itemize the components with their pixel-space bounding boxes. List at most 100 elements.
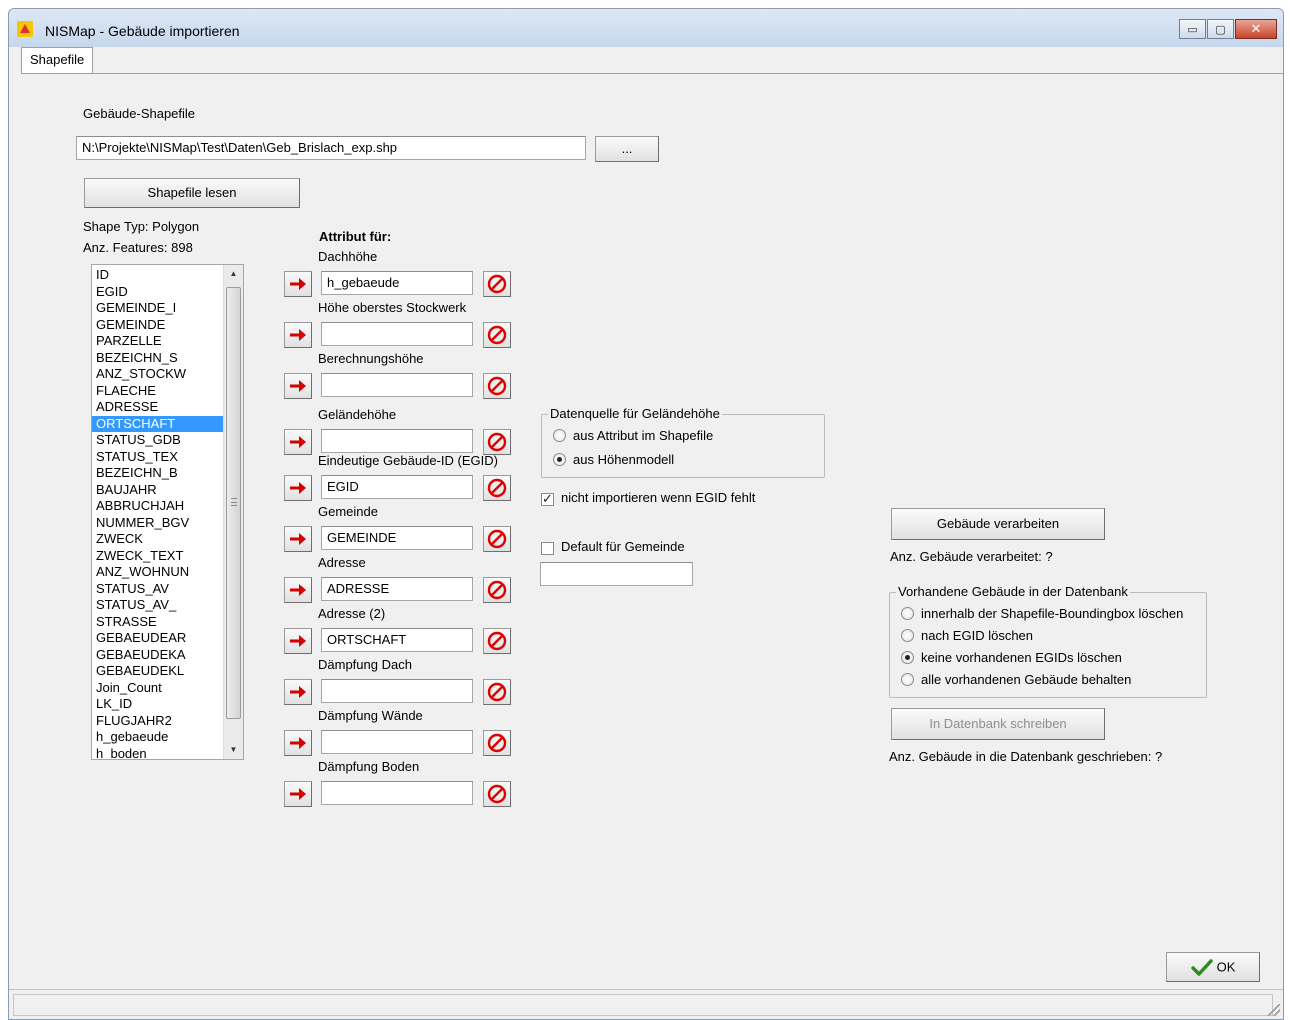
attribute-value-input[interactable]: GEMEINDE — [321, 526, 473, 550]
terrain-option-attribute: aus Attribut im Shapefile — [573, 428, 714, 443]
assign-attribute-button[interactable] — [284, 475, 312, 501]
attribute-value-input[interactable] — [321, 679, 473, 703]
attribute-value-input[interactable] — [321, 429, 473, 453]
right-arrow-icon — [290, 482, 306, 494]
shapefile-path-input[interactable]: N:\Projekte\NISMap\Test\Daten\Geb_Brisla… — [76, 136, 586, 160]
minimize-button[interactable]: ▭ — [1179, 19, 1206, 39]
assign-attribute-button[interactable] — [284, 679, 312, 705]
egid-skip-label: nicht importieren wenn EGID fehlt — [561, 490, 756, 505]
field-list-item[interactable]: ABBRUCHJAH — [92, 498, 223, 515]
field-list-item[interactable]: GEMEINDE_I — [92, 300, 223, 317]
field-list-item[interactable]: STATUS_GDB — [92, 432, 223, 449]
no-entry-icon — [487, 733, 507, 753]
clear-attribute-button[interactable] — [483, 577, 511, 603]
field-list-item[interactable]: NUMMER_BGV — [92, 515, 223, 532]
field-list-item[interactable]: LK_ID — [92, 696, 223, 713]
field-list-item[interactable]: h_gebaeude — [92, 729, 223, 746]
terrain-radio-attribute[interactable] — [553, 429, 566, 442]
field-list-item[interactable]: STATUS_TEX — [92, 449, 223, 466]
field-list-item[interactable]: STRASSE — [92, 614, 223, 631]
clear-attribute-button[interactable] — [483, 475, 511, 501]
assign-attribute-button[interactable] — [284, 730, 312, 756]
default-gemeinde-checkbox[interactable] — [541, 542, 554, 555]
clear-attribute-button[interactable] — [483, 526, 511, 552]
field-list-item[interactable]: ZWECK_TEXT — [92, 548, 223, 565]
field-list-item[interactable]: STATUS_AV — [92, 581, 223, 598]
scroll-down-icon[interactable]: ▼ — [224, 741, 243, 759]
field-list-item[interactable]: h_boden — [92, 746, 223, 760]
app-icon — [17, 21, 33, 37]
scroll-thumb[interactable] — [226, 287, 241, 719]
field-list-item[interactable]: EGID — [92, 284, 223, 301]
field-list-item[interactable]: BEZEICHN_B — [92, 465, 223, 482]
no-entry-icon — [487, 682, 507, 702]
assign-attribute-button[interactable] — [284, 373, 312, 399]
attribute-value-input[interactable]: ADRESSE — [321, 577, 473, 601]
attribute-label: Dämpfung Boden — [318, 759, 420, 774]
process-buildings-button[interactable]: Gebäude verarbeiten — [891, 508, 1105, 540]
field-list-item[interactable]: FLUGJAHR2 — [92, 713, 223, 730]
field-list-item[interactable]: ADRESSE — [92, 399, 223, 416]
assign-attribute-button[interactable] — [284, 781, 312, 807]
field-list-item[interactable]: ANZ_WOHNUN — [92, 564, 223, 581]
assign-attribute-button[interactable] — [284, 577, 312, 603]
title-bar[interactable]: NISMap - Gebäude importieren ▭ ▢ ✕ — [9, 9, 1283, 47]
right-arrow-icon — [290, 329, 306, 341]
assign-attribute-button[interactable] — [284, 322, 312, 348]
close-button[interactable]: ✕ — [1235, 19, 1277, 39]
field-list-item[interactable]: Join_Count — [92, 680, 223, 697]
resize-grip-icon[interactable] — [1268, 1004, 1280, 1016]
clear-attribute-button[interactable] — [483, 781, 511, 807]
assign-attribute-button[interactable] — [284, 628, 312, 654]
field-list-item[interactable]: ANZ_STOCKW — [92, 366, 223, 383]
field-list-item[interactable]: GEBAEUDEKA — [92, 647, 223, 664]
field-list-item[interactable]: GEBAEUDEAR — [92, 630, 223, 647]
clear-attribute-button[interactable] — [483, 730, 511, 756]
attribute-value-input[interactable] — [321, 781, 473, 805]
write-database-button[interactable]: In Datenbank schreiben — [891, 708, 1105, 740]
field-list-scrollbar[interactable]: ▲ ▼ — [223, 265, 243, 759]
attribute-value-input[interactable]: EGID — [321, 475, 473, 499]
existing-radio-keep-all[interactable] — [901, 673, 914, 686]
field-list-item[interactable]: ZWECK — [92, 531, 223, 548]
assign-attribute-button[interactable] — [284, 429, 312, 455]
field-list-item[interactable]: FLAECHE — [92, 383, 223, 400]
clear-attribute-button[interactable] — [483, 322, 511, 348]
existing-radio-bbox[interactable] — [901, 607, 914, 620]
scroll-up-icon[interactable]: ▲ — [224, 265, 243, 283]
field-list[interactable]: ID EGID GEMEINDE_I GEMEINDE PARZELLE BEZEICHN… — [91, 264, 244, 760]
maximize-button[interactable]: ▢ — [1207, 19, 1234, 39]
attribute-value-input[interactable] — [321, 322, 473, 346]
field-list-item[interactable]: ORTSCHAFT — [92, 415, 223, 432]
field-list-item[interactable]: GEMEINDE — [92, 317, 223, 334]
terrain-radio-model[interactable] — [553, 453, 566, 466]
field-list-item[interactable]: GEBAEUDEKL — [92, 663, 223, 680]
field-list-item[interactable]: BAUJAHR — [92, 482, 223, 499]
existing-option-egid: nach EGID löschen — [921, 628, 1034, 643]
field-list-item[interactable]: PARZELLE — [92, 333, 223, 350]
clear-attribute-button[interactable] — [483, 628, 511, 654]
attribute-value-input[interactable]: h_gebaeude — [321, 271, 473, 295]
clear-attribute-button[interactable] — [483, 271, 511, 297]
field-list-item[interactable]: BEZEICHN_S — [92, 350, 223, 367]
default-gemeinde-input[interactable] — [540, 562, 693, 586]
tab-shapefile[interactable]: Shapefile — [21, 47, 94, 73]
attribute-value-input[interactable] — [321, 730, 473, 754]
ok-button[interactable]: OK — [1166, 952, 1260, 982]
right-arrow-icon — [290, 533, 306, 545]
clear-attribute-button[interactable] — [483, 373, 511, 399]
existing-radio-keep-egids[interactable] — [901, 651, 914, 664]
field-list-item[interactable]: ID — [92, 267, 223, 284]
read-shapefile-button[interactable]: Shapefile lesen — [84, 178, 300, 208]
existing-radio-egid[interactable] — [901, 629, 914, 642]
assign-attribute-button[interactable] — [284, 526, 312, 552]
attribute-value-input[interactable] — [321, 373, 473, 397]
attribute-value-input[interactable]: ORTSCHAFT — [321, 628, 473, 652]
field-list-item[interactable]: STATUS_AV_ — [92, 597, 223, 614]
clear-attribute-button[interactable] — [483, 679, 511, 705]
egid-skip-checkbox[interactable] — [541, 491, 554, 507]
window-title: NISMap - Gebäude importieren — [45, 23, 240, 39]
assign-attribute-button[interactable] — [284, 271, 312, 297]
browse-button[interactable]: ... — [595, 136, 659, 162]
clear-attribute-button[interactable] — [483, 429, 511, 455]
